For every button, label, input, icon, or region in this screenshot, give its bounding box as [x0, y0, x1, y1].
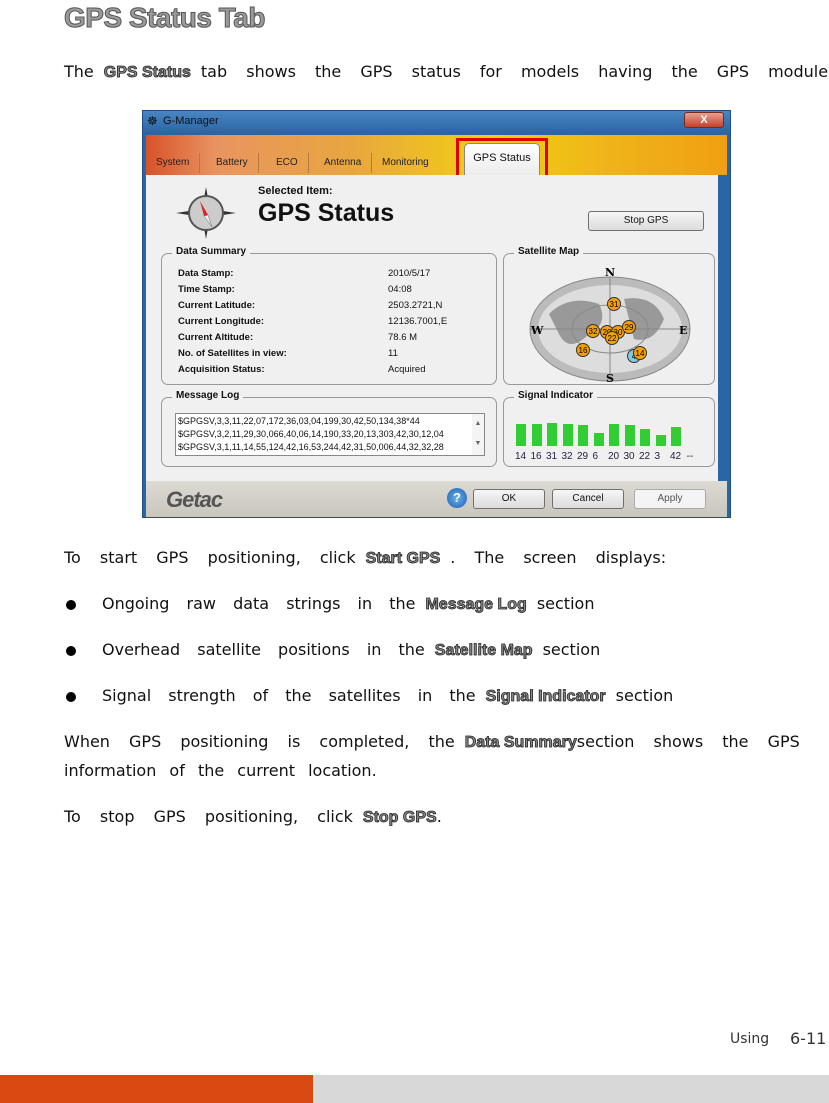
summary-label: Current Longitude:	[178, 316, 265, 327]
summary-value: 12136.7001,E	[388, 316, 448, 327]
signal-label: 32	[561, 451, 573, 462]
getac-logo: Getac	[166, 487, 223, 512]
log-line: $GPGSV,3,1,11,14,55,124,42,16,53,244,42,…	[178, 442, 444, 452]
satellite-label: 14	[636, 349, 645, 358]
signal-label: 30	[623, 451, 635, 462]
tab-system[interactable]: System	[146, 153, 201, 173]
signal-bar	[624, 425, 635, 446]
summary-label: Acquisition Status:	[178, 364, 265, 375]
paragraph-completed: When GPS positioning is completed, the Da…	[64, 732, 800, 751]
cancel-button[interactable]: Cancel	[552, 489, 624, 509]
tab-content: Selected Item: GPS Status Stop GPS Data …	[146, 175, 718, 481]
ok-button[interactable]: OK	[473, 489, 545, 509]
signal-bar	[531, 424, 542, 446]
satellite-map: N E S W 31322030292216414	[529, 266, 691, 385]
message-log-group: Message Log $GPGSV,3,3,11,22,07,172,36,0…	[161, 390, 497, 467]
tab-battery[interactable]: Battery	[206, 153, 259, 173]
summary-label: Data Stamp:	[178, 268, 234, 279]
log-line: $GPGSV,3,3,11,22,07,172,36,03,04,199,30,…	[178, 416, 420, 426]
satellite-label: 31	[610, 300, 619, 309]
paragraph-completed-line2: information of the current location.	[64, 761, 377, 780]
summary-value: 78.6 M	[388, 332, 418, 343]
tab-antenna[interactable]: Antenna	[314, 153, 373, 173]
signal-bar	[547, 423, 557, 446]
compass-s: S	[606, 372, 614, 385]
paragraph-start: To start GPS positioning, click Start GPS…	[64, 548, 667, 567]
footer-accent-bar	[0, 1075, 313, 1103]
footer-section: Using	[730, 1031, 770, 1047]
selected-item-title: GPS Status	[258, 199, 395, 227]
summary-value: 2010/5/17	[388, 268, 431, 279]
signal-bar	[671, 427, 681, 446]
stop-gps-button[interactable]: Stop GPS	[588, 211, 704, 231]
log-scrollbar[interactable]: ▲ ▼	[472, 414, 484, 455]
page-heading: GPS Status Tab	[64, 2, 266, 34]
highlight-box	[456, 138, 548, 179]
signal-label: 6	[592, 451, 599, 462]
tab-monitoring[interactable]: Monitoring	[372, 153, 439, 173]
title-bar: ☸ G-Manager X	[143, 111, 730, 133]
window-footer: Getac ? OK Cancel Apply	[146, 481, 727, 517]
message-log-textarea[interactable]: $GPGSV,3,3,11,22,07,172,36,03,04,199,30,…	[175, 413, 485, 456]
summary-value: 04:08	[388, 284, 412, 295]
log-line: $GPGSV,3,2,11,29,30,066,40,06,14,190,33,…	[178, 429, 444, 439]
compass-w: W	[530, 324, 544, 337]
bullet-item: Overhead satellite positions in the Satel…	[64, 640, 600, 660]
bullet-item: Ongoing raw data strings in the Message L…	[64, 594, 594, 614]
summary-value: Acquired	[388, 364, 426, 375]
signal-label: 31	[546, 451, 558, 462]
apply-button[interactable]: Apply	[634, 489, 706, 509]
intro-paragraph: The GPS Status tab shows the GPS status fo…	[64, 62, 829, 81]
close-button[interactable]: X	[684, 112, 724, 128]
message-log-title: Message Log	[172, 390, 244, 401]
g-manager-window: ☸ G-Manager X System Battery ECO Antenna…	[142, 110, 731, 518]
window-title: G-Manager	[163, 115, 219, 127]
satellite-label: 22	[608, 334, 617, 343]
summary-label: Current Altitude:	[178, 332, 254, 343]
compass-icon	[176, 187, 236, 239]
signal-label: 42	[670, 451, 682, 462]
signal-bar	[593, 433, 604, 446]
signal-label: 3	[654, 451, 661, 462]
signal-indicator-group: Signal Indicator 14 16 31 32 29 6 20 30 22 3 42 --	[503, 390, 715, 467]
signal-label: 14	[515, 451, 527, 462]
signal-bar	[516, 424, 526, 446]
data-summary-title: Data Summary	[172, 246, 251, 257]
tab-eco[interactable]: ECO	[266, 153, 309, 173]
signal-bar	[578, 425, 588, 446]
data-summary-group: Data Summary Data Stamp: 2010/5/17 Time St…	[161, 246, 497, 385]
tab-bar: System Battery ECO Antenna Monitoring GP…	[146, 135, 727, 175]
app-icon: ☸	[147, 114, 158, 128]
compass-n: N	[605, 266, 615, 279]
summary-label: Time Stamp:	[178, 284, 235, 295]
signal-bar	[562, 424, 573, 446]
signal-label: 22	[639, 451, 651, 462]
summary-label: Current Latitude:	[178, 300, 256, 311]
bullet-item: Signal strength of the satellites in the…	[64, 686, 673, 706]
signal-label: 20	[608, 451, 620, 462]
help-icon[interactable]: ?	[447, 488, 467, 508]
signal-bar	[609, 424, 619, 446]
satellite-label: 29	[625, 323, 634, 332]
page-number: 6-11	[790, 1029, 827, 1048]
signal-bar	[640, 429, 650, 446]
signal-label: 16	[530, 451, 542, 462]
satellite-map-group: Satellite Map N E S W 31322030292216414	[503, 246, 715, 385]
signal-empty-label: --	[686, 451, 694, 462]
compass-e: E	[679, 324, 687, 337]
footer-bar	[313, 1075, 829, 1103]
paragraph-stop: To stop GPS positioning, click Stop GPS.	[64, 807, 442, 826]
summary-label: No. of Satellites in view:	[178, 348, 287, 359]
selected-item-label: Selected Item:	[258, 185, 333, 197]
summary-value: 11	[388, 348, 398, 359]
satellite-label: 16	[579, 346, 588, 355]
satellite-label: 32	[589, 327, 598, 336]
signal-bar	[655, 435, 666, 446]
signal-label: 29	[577, 451, 589, 462]
summary-value: 2503.2721,N	[388, 300, 443, 311]
signal-indicator-title: Signal Indicator	[514, 390, 598, 401]
